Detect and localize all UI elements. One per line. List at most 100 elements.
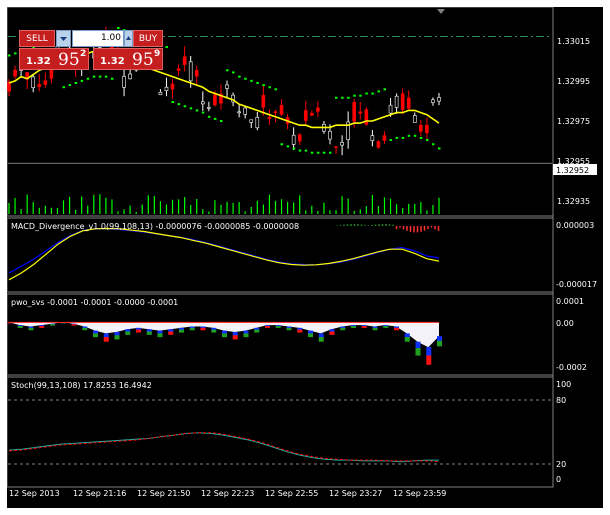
candle-body <box>237 111 241 114</box>
psar-dot <box>74 81 78 84</box>
price-tick: 1.33015 <box>557 37 590 46</box>
candle-body <box>201 101 205 105</box>
psar-dot <box>226 69 229 72</box>
candle-body <box>43 80 48 85</box>
psar-dot <box>341 96 344 99</box>
lot-dropdown-button[interactable] <box>56 30 71 47</box>
pwo-bar-mixed <box>243 333 249 338</box>
terminal-window: 1.33015 1.32995 1.32975 1.32955 1.32935 … <box>0 0 610 515</box>
psar-dot <box>250 79 253 82</box>
stoch-tick: 100 <box>556 380 571 389</box>
sell-price-button[interactable]: 1.32 95 2 <box>19 48 89 70</box>
candle-body <box>249 119 254 123</box>
psar-dot <box>335 96 338 99</box>
pwo-bar-mixed <box>125 331 131 335</box>
sell-price-fraction: 2 <box>80 49 87 59</box>
psar-dot <box>201 111 205 114</box>
time-tick: 12 Sep 23:59 <box>393 489 446 498</box>
psar-dot <box>117 27 120 30</box>
pwo-bar-mixed <box>82 327 88 331</box>
psar-dot <box>328 151 332 154</box>
psar-dot <box>353 94 356 97</box>
lot-spin-button[interactable] <box>124 30 133 47</box>
pwo-bar-mixed <box>265 326 270 328</box>
psar-dot <box>213 117 217 120</box>
candle-body <box>303 110 308 121</box>
psar-dot <box>359 94 362 97</box>
pwo-bar-mixed <box>329 331 335 335</box>
pwo-bar-mixed <box>297 329 303 333</box>
candle-body <box>406 97 411 109</box>
chart-canvas[interactable]: 1.33015 1.32995 1.32975 1.32955 1.32935 … <box>6 6 603 508</box>
pwo-bar-mixed <box>404 337 410 342</box>
one-click-trading-panel: SELL 1.00 BUY 1.32 95 2 1.32 95 9 <box>19 30 163 72</box>
time-tick: 12 Sep 23:27 <box>329 489 382 498</box>
pwo-tick: -0.0002 <box>556 363 587 372</box>
sell-button[interactable]: SELL <box>19 30 55 47</box>
candle-body <box>412 115 417 123</box>
candle-body <box>158 91 163 96</box>
sell-price-pips: 95 <box>58 50 80 70</box>
stoch-signal-line <box>8 432 440 463</box>
psar-dot <box>207 115 211 118</box>
psar-dot <box>383 88 386 91</box>
psar-dot <box>292 147 296 150</box>
buy-price-pips: 95 <box>132 50 154 70</box>
candle-body <box>352 101 357 122</box>
pwo-bar-mixed <box>189 327 195 331</box>
candle-body <box>394 95 399 108</box>
pwo-bar-mixed <box>50 324 55 326</box>
pwo-bar-mixed <box>383 326 389 328</box>
pwo-bar-mixed <box>415 348 421 356</box>
candle-body <box>376 141 381 148</box>
psar-dot <box>189 107 193 110</box>
psar-dot <box>268 86 271 89</box>
pwo-bar-mixed <box>437 340 442 347</box>
candle-body <box>122 76 126 88</box>
pwo-bar-mixed <box>286 327 292 331</box>
psar-dot <box>310 151 314 154</box>
pwo-bar-mixed <box>146 331 152 335</box>
pwo-bar-mixed <box>361 326 367 328</box>
stoch-tick: 20 <box>556 460 566 469</box>
pwo-bar-mixed <box>168 331 174 335</box>
buy-price-button[interactable]: 1.32 95 9 <box>93 48 163 70</box>
candle-body <box>297 134 302 142</box>
pwo-bar-mixed <box>71 324 77 326</box>
pwo-bar-mixed <box>426 355 432 365</box>
candle-body <box>431 99 435 103</box>
buy-button[interactable]: BUY <box>133 30 163 47</box>
candle-body <box>13 69 17 77</box>
candle-body <box>358 111 363 114</box>
pwo-bar-mixed <box>17 326 23 328</box>
pwo-bar-mixed <box>179 329 184 333</box>
macd-label: MACD_Divergence_v1.0(99,108,13) -0.00000… <box>11 222 299 231</box>
pwo-bar-mixed <box>28 327 34 331</box>
psar-dot <box>68 84 72 87</box>
chart-shift-icon[interactable] <box>437 9 445 14</box>
psar-dot <box>298 149 302 152</box>
candle-body <box>279 105 284 115</box>
candle-body <box>188 61 193 82</box>
candle-body <box>261 94 266 108</box>
pwo-label: pwo_svs -0.0001 -0.0001 -0.0000 -0.0001 <box>11 298 178 307</box>
macd-tick: 0.000003 <box>556 221 594 230</box>
psar-dot <box>219 120 223 123</box>
stoch-tick: 0 <box>556 475 561 484</box>
candle-body <box>243 107 247 115</box>
stoch-panel-border <box>6 376 554 488</box>
psar-dot <box>377 90 380 93</box>
candle-body <box>419 124 423 132</box>
stoch-main-line <box>8 432 439 463</box>
stoch-indicator <box>8 432 440 463</box>
psar-dot <box>401 136 405 139</box>
chart-area[interactable]: 1.33015 1.32995 1.32975 1.32955 1.32935 … <box>6 6 603 508</box>
psar-dot <box>238 75 241 78</box>
candle-body <box>267 116 272 120</box>
lot-size-input[interactable]: 1.00 <box>72 30 124 47</box>
candle-body <box>207 107 211 109</box>
pwo-bar-mixed <box>103 337 109 342</box>
candle-body <box>31 76 36 89</box>
pwo-bar-mixed <box>351 326 356 328</box>
pwo-bar-mixed <box>232 335 238 340</box>
